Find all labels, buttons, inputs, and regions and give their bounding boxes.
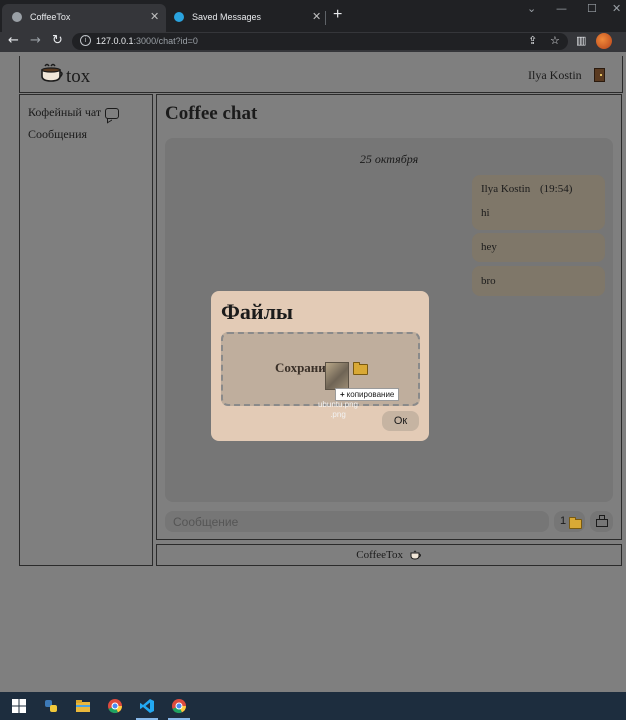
attach-files-button[interactable]: 1 <box>554 511 585 532</box>
minimize-button[interactable]: — <box>556 2 567 15</box>
tab-saved-messages[interactable]: Saved Messages ✕ <box>164 4 326 32</box>
chrome-icon[interactable] <box>107 698 123 714</box>
back-icon[interactable]: ← <box>8 33 19 48</box>
tab-title: CoffeeTox <box>30 12 71 22</box>
modal-title: Файлы <box>221 299 294 324</box>
side-panel-icon[interactable]: ▥ <box>576 34 586 47</box>
vscode-icon[interactable] <box>139 698 155 714</box>
footer-label: CoffeeTox <box>356 549 403 561</box>
python-icon[interactable] <box>43 698 59 714</box>
message-author: Ilya Kostin <box>481 183 531 195</box>
sidebar: Кофейный чат Сообщения <box>19 94 153 566</box>
file-explorer-icon[interactable] <box>75 698 91 714</box>
sidebar-item-messages[interactable]: Сообщения <box>28 127 87 142</box>
user-name[interactable]: Ilya Kostin <box>528 68 582 83</box>
address-bar[interactable]: i 127.0.0.1:3000/chat?id=0 ⇪ ☆ <box>72 33 568 50</box>
url-text: 127.0.0.1:3000/chat?id=0 <box>96 36 198 46</box>
message-text: hi <box>481 207 490 219</box>
globe-icon <box>12 12 22 22</box>
forward-icon[interactable]: → <box>30 33 41 48</box>
message-text: hey <box>481 241 497 253</box>
message-input[interactable] <box>165 511 549 532</box>
message-bubble[interactable]: Ilya Kostin (19:54) hi <box>472 175 605 230</box>
folder-icon <box>569 517 582 529</box>
logout-door-icon[interactable] <box>594 68 605 82</box>
reload-icon[interactable]: ↻ <box>52 33 63 48</box>
brand-text[interactable]: tox <box>66 66 90 88</box>
browser-toolbar: ← → ↻ i 127.0.0.1:3000/chat?id=0 ⇪ ☆ ▥ <box>0 32 626 52</box>
ok-button[interactable]: Ок <box>382 411 419 431</box>
profile-avatar[interactable] <box>596 33 612 49</box>
browser-tab-strip: CoffeeTox ✕ Saved Messages ✕ + ⌄ — ☐ ✕ <box>0 0 626 32</box>
message-text: bro <box>481 275 496 287</box>
send-icon <box>596 515 608 527</box>
tab-search-icon[interactable]: ⌄ <box>527 2 536 15</box>
send-button[interactable] <box>590 511 613 532</box>
close-tab-icon[interactable]: ✕ <box>312 10 321 23</box>
coffee-cup-icon <box>41 63 63 82</box>
date-separator: 25 октября <box>359 152 419 166</box>
message-bubble[interactable]: hey <box>472 233 605 262</box>
message-bubble[interactable]: bro <box>472 266 605 296</box>
sidebar-item-label: Кофейный чат <box>28 105 102 119</box>
share-icon[interactable]: ⇪ <box>528 34 537 47</box>
page-title: Coffee chat <box>165 103 258 124</box>
tab-divider <box>325 11 326 25</box>
dropzone-label: Сохрани <box>275 360 326 375</box>
close-tab-icon[interactable]: ✕ <box>150 10 159 23</box>
chat-bubble-icon <box>105 107 120 119</box>
file-count: 1 <box>560 515 567 527</box>
folder-icon <box>353 362 368 375</box>
windows-start-icon[interactable] <box>11 698 27 714</box>
windows-taskbar <box>0 692 626 720</box>
telegram-icon <box>174 12 184 22</box>
dragged-file-thumbnail[interactable] <box>325 362 349 390</box>
bookmark-star-icon[interactable]: ☆ <box>550 34 560 47</box>
site-info-icon[interactable]: i <box>80 35 91 46</box>
chrome-icon[interactable] <box>171 698 187 714</box>
sidebar-item-coffee-chat[interactable]: Кофейный чат <box>28 105 120 120</box>
plus-icon: + <box>340 390 345 399</box>
sidebar-item-label: Сообщения <box>28 127 88 141</box>
new-tab-button[interactable]: + <box>333 6 342 24</box>
dragged-file-name: ubuntu.png .png <box>317 400 359 419</box>
message-time: (19:54) <box>540 183 573 195</box>
site-footer: CoffeeTox <box>156 544 622 566</box>
tab-coffeetox[interactable]: CoffeeTox ✕ <box>2 4 166 32</box>
maximize-button[interactable]: ☐ <box>587 2 597 15</box>
close-window-button[interactable]: ✕ <box>612 2 621 15</box>
tab-title: Saved Messages <box>192 12 262 22</box>
coffee-cup-icon <box>410 551 421 560</box>
site-header: tox Ilya Kostin <box>19 56 623 93</box>
